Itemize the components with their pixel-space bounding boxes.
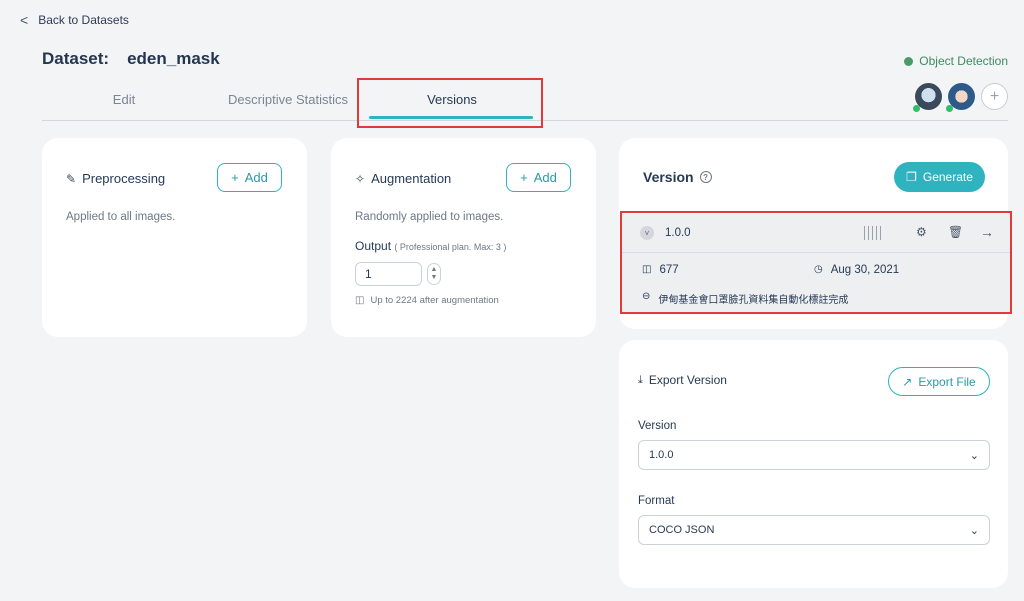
preprocessing-title-text: Preprocessing [82, 171, 166, 186]
add-preprocessing-label: Add [244, 170, 268, 185]
export-file-button[interactable]: ↗ Export File [888, 367, 990, 396]
highlight-box-version [620, 211, 1012, 314]
dataset-name: eden_mask [127, 49, 220, 68]
avatar[interactable] [946, 83, 975, 112]
online-indicator-icon [913, 105, 920, 112]
dataset-label: Dataset: [42, 49, 110, 68]
output-stepper-arrows[interactable]: ▲ ▼ [427, 263, 441, 285]
export-format-label: Format [638, 495, 675, 507]
output-note: ( Professional plan. Max: 3 ) [394, 242, 507, 252]
status-dot-icon [904, 56, 914, 66]
plus-icon: + [520, 170, 528, 185]
add-preprocessing-button[interactable]: + Add [217, 163, 282, 192]
highlight-box-tab [357, 78, 543, 128]
export-title-text: Export Version [648, 373, 727, 387]
project-type-label: Object Detection [919, 54, 1008, 68]
preprocessing-description: Applied to all images. [66, 211, 176, 223]
version-title-text: Version [643, 169, 694, 185]
add-member-button[interactable]: + [981, 83, 1008, 110]
generate-label: Generate [922, 170, 973, 184]
export-format-select[interactable]: COCO JSON ⌄ [638, 515, 990, 545]
augmentation-title-text: Augmentation [371, 171, 452, 186]
export-file-label: Export File [918, 374, 976, 389]
augmentation-card: ✧ Augmentation + Add Randomly applied to… [331, 138, 596, 337]
tab-descriptive-statistics[interactable]: Descriptive Statistics [228, 92, 348, 107]
export-version-value: 1.0.0 [649, 449, 674, 461]
back-to-datasets-link[interactable]: < Back to Datasets [20, 12, 129, 28]
export-version-select[interactable]: 1.0.0 ⌄ [638, 440, 990, 470]
project-type-badge: Object Detection [904, 54, 1008, 68]
online-indicator-icon [946, 105, 953, 112]
avatar[interactable] [913, 83, 942, 112]
preprocessing-title: ✎ Preprocessing [66, 171, 165, 186]
plus-icon: + [231, 170, 239, 185]
copy-icon: ❐ [906, 170, 917, 184]
output-stepper-input[interactable]: 1 [355, 262, 422, 286]
export-version-label: Version [638, 420, 677, 432]
tab-edit[interactable]: Edit [104, 92, 144, 107]
brush-icon: ✎ [66, 171, 77, 186]
help-icon[interactable]: ? [699, 171, 712, 183]
member-avatars: + [913, 83, 1008, 112]
chevron-down-icon: ▼ [430, 274, 438, 281]
download-icon: ⤓ [638, 373, 643, 386]
external-link-icon: ↗ [902, 374, 913, 389]
back-label: Back to Datasets [38, 13, 129, 27]
augmentation-title: ✧ Augmentation [355, 171, 451, 186]
augmentation-result-text: Up to 2224 after augmentation [370, 295, 499, 306]
augmentation-description: Randomly applied to images. [355, 211, 504, 223]
chevron-down-icon: ⌄ [969, 449, 979, 462]
sparkle-icon: ✧ [355, 171, 366, 186]
preprocessing-card: ✎ Preprocessing + Add Applied to all ima… [42, 138, 307, 337]
augmentation-result: ◫ Up to 2224 after augmentation [355, 295, 499, 306]
chevron-down-icon: ⌄ [969, 524, 979, 537]
generate-button[interactable]: ❐ Generate [894, 162, 985, 192]
chevron-left-icon: < [20, 12, 29, 28]
add-augmentation-button[interactable]: + Add [506, 163, 571, 192]
add-augmentation-label: Add [533, 170, 557, 185]
version-title: Version ? [643, 169, 712, 185]
output-label: Output ( Professional plan. Max: 3 ) [355, 239, 506, 253]
chevron-up-icon: ▲ [430, 266, 438, 273]
export-title: ⤓ Export Version [638, 373, 727, 387]
export-format-value: COCO JSON [649, 524, 715, 536]
image-stack-icon: ◫ [355, 295, 365, 306]
page-title: Dataset: eden_mask [42, 49, 220, 69]
output-label-text: Output [355, 239, 392, 253]
